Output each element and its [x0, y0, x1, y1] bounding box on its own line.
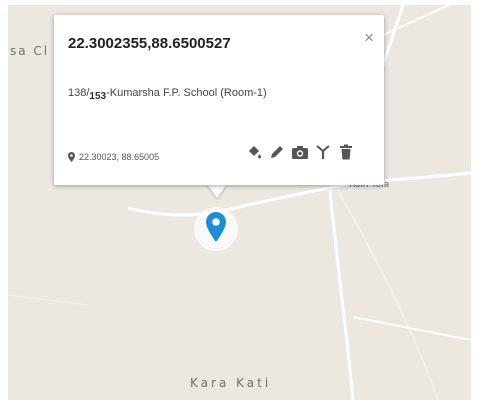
popup-title: 22.3002355,88.6500527: [68, 35, 231, 52]
antenna-button[interactable]: [313, 143, 333, 161]
location-marker-icon[interactable]: [206, 212, 226, 242]
popup-description: 138/153-Kumarsha F.P. School (Room-1): [68, 87, 267, 102]
map-frame[interactable]: sa Cl Roin Yola Kara Kati 22.3002355,88.…: [8, 5, 471, 400]
map-place-label-kara-kati: Kara Kati: [190, 376, 272, 390]
close-button[interactable]: ×: [364, 29, 374, 46]
info-popup: 22.3002355,88.6500527 × 138/153-Kumarsha…: [54, 15, 384, 185]
fill-color-button[interactable]: [244, 143, 264, 161]
camera-icon: [292, 146, 308, 159]
coordinates-row: 22.30023, 88.65005: [68, 152, 159, 162]
antenna-icon: [316, 145, 330, 159]
coordinates-text: 22.30023, 88.65005: [79, 152, 160, 162]
camera-button[interactable]: [290, 143, 310, 161]
delete-button[interactable]: [336, 143, 356, 161]
description-prefix: 138/: [68, 87, 90, 99]
delete-trash-icon: [340, 144, 352, 160]
description-suffix: -Kumarsha F.P. School (Room-1): [106, 87, 267, 99]
popup-actions: [244, 143, 359, 161]
fill-color-icon: [249, 146, 261, 159]
description-subscript: 153: [89, 91, 107, 103]
popup-tail: [207, 184, 227, 198]
edit-button[interactable]: [267, 143, 287, 161]
pin-icon: [68, 152, 75, 162]
map-place-label: sa Cl: [10, 44, 50, 58]
edit-pencil-icon: [271, 146, 283, 158]
